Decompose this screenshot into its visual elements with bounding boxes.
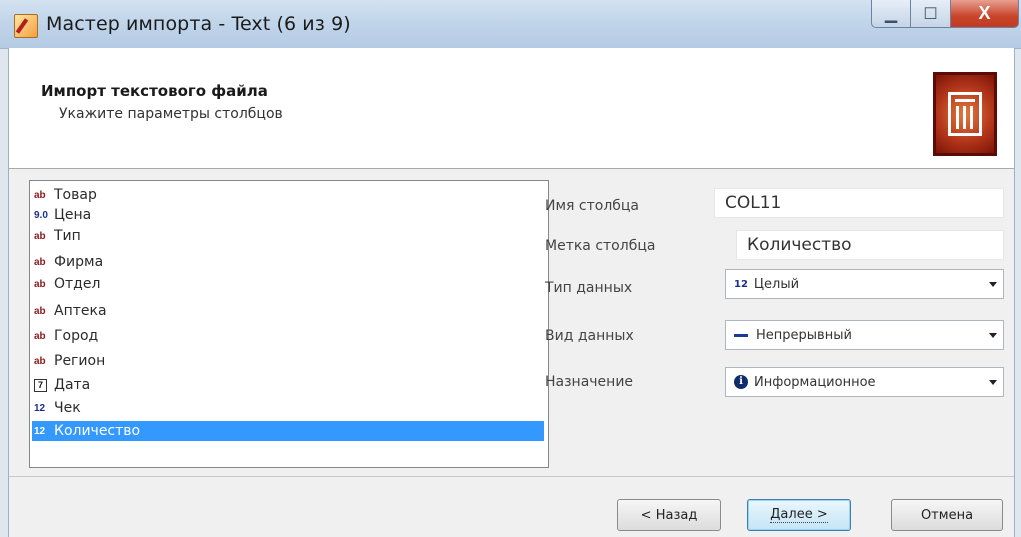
continuous-dash-icon (734, 333, 748, 337)
integer-type-icon: 12 (34, 425, 46, 437)
calendar-icon: 7 (34, 378, 47, 392)
wizard-body: Импорт текстового файла Укажите параметр… (8, 48, 1015, 537)
list-item[interactable]: ab Регион (34, 351, 105, 371)
list-item[interactable]: ab Город (34, 326, 98, 346)
column-name-input[interactable]: COL11 (714, 188, 1004, 218)
integer-type-icon: 12 (734, 278, 748, 290)
column-caption-label: Метка столбца (545, 238, 656, 254)
text-type-icon: ab (34, 230, 46, 242)
purpose-select[interactable]: i Информационное (725, 367, 1004, 397)
app-icon (14, 14, 38, 38)
data-kind-label: Вид данных (545, 328, 634, 344)
purpose-label: Назначение (545, 374, 634, 390)
data-kind-select[interactable]: Непрерывный (725, 320, 1004, 350)
column-label: Товар (54, 187, 97, 203)
column-label: Аптека (54, 303, 107, 319)
text-type-icon: ab (34, 330, 46, 342)
list-item[interactable]: ab Товар (34, 185, 97, 205)
minimize-button[interactable]: ▁ (871, 0, 911, 28)
column-label: Тип (54, 228, 81, 244)
column-label: Город (54, 328, 99, 344)
window-controls: ▁ ☐ X (871, 0, 1019, 30)
footer-divider (9, 476, 1014, 477)
chevron-down-icon (989, 380, 997, 385)
close-button[interactable]: X (951, 0, 1019, 28)
text-type-icon: ab (34, 256, 46, 268)
text-type-icon: ab (34, 189, 46, 201)
list-item[interactable]: 12 Чек (34, 398, 81, 418)
wizard-header: Импорт текстового файла Укажите параметр… (9, 48, 1014, 169)
text-type-icon: ab (34, 305, 46, 317)
list-item[interactable]: 9.0 Цена (34, 205, 91, 225)
step-subtitle: Укажите параметры столбцов (59, 106, 283, 122)
title-bar: Мастер импорта - Text (6 из 9) ▁ ☐ X (0, 0, 1021, 49)
back-button[interactable]: < Назад (617, 499, 721, 531)
list-item-selected[interactable]: 12 Количество (32, 421, 544, 441)
maximize-icon: ☐ (923, 5, 938, 23)
column-label: Отдел (54, 276, 101, 292)
column-label: Регион (54, 353, 106, 369)
column-label: Фирма (54, 254, 104, 270)
float-type-icon: 9.0 (34, 209, 48, 221)
data-type-label: Тип данных (545, 280, 633, 296)
chevron-down-icon (989, 282, 997, 287)
data-kind-value: Непрерывный (756, 327, 852, 343)
minimize-icon: ▁ (884, 5, 898, 23)
text-type-icon: ab (34, 278, 46, 290)
info-icon: i (734, 375, 748, 389)
column-label: Чек (54, 400, 81, 416)
maximize-button[interactable]: ☐ (911, 0, 951, 28)
data-type-select[interactable]: 12 Целый (725, 269, 1004, 299)
column-name-label: Имя столбца (545, 198, 640, 214)
database-table-icon (933, 72, 997, 156)
column-caption-input[interactable]: Количество (736, 230, 1004, 260)
column-label: Количество (54, 423, 141, 439)
list-item[interactable]: 7 Дата (34, 375, 90, 395)
integer-type-icon: 12 (34, 402, 46, 414)
cancel-button[interactable]: Отмена (891, 499, 1003, 531)
next-button-label: Далее > (770, 507, 828, 523)
list-item[interactable]: ab Фирма (34, 252, 103, 272)
next-button[interactable]: Далее > (747, 499, 851, 531)
text-type-icon: ab (34, 355, 46, 367)
close-icon: X (978, 3, 991, 23)
columns-list[interactable]: ab Товар 9.0 Цена ab Тип ab Фирма ab Отд… (29, 180, 549, 468)
step-title: Импорт текстового файла (41, 82, 268, 100)
purpose-value: Информационное (754, 374, 876, 390)
data-type-value: Целый (753, 276, 800, 292)
list-item[interactable]: ab Тип (34, 226, 81, 246)
column-label: Цена (54, 207, 92, 223)
column-label: Дата (54, 377, 91, 393)
list-item[interactable]: ab Аптека (34, 301, 107, 321)
window-title: Мастер импорта - Text (6 из 9) (46, 13, 351, 35)
chevron-down-icon (989, 333, 997, 338)
list-item[interactable]: ab Отдел (34, 274, 100, 294)
